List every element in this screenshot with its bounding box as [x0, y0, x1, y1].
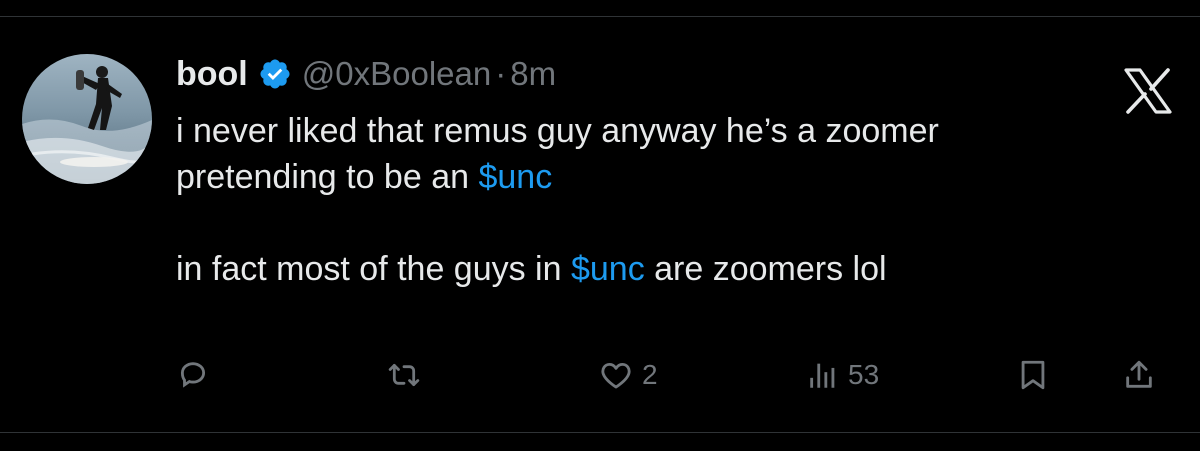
divider-top: [0, 16, 1200, 17]
tweet-card[interactable]: bool @0xBoolean · 8m i never liked that …: [0, 0, 1200, 451]
bookmark-button[interactable]: [1016, 350, 1050, 400]
tweet-header: bool @0xBoolean · 8m: [176, 52, 556, 96]
heart-icon: [598, 358, 634, 392]
repost-button[interactable]: [386, 350, 430, 400]
repost-icon: [386, 358, 422, 392]
tweet-text: i never liked that remus guy anyway he’s…: [176, 108, 1176, 292]
tweet-line-2: pretending to be an $unc: [176, 154, 1176, 200]
tweet-line-3-text: in fact most of the guys in: [176, 250, 571, 288]
reply-button[interactable]: [176, 350, 218, 400]
tweet-timestamp[interactable]: 8m: [510, 55, 556, 93]
author-name[interactable]: bool: [176, 55, 248, 94]
like-count: 2: [642, 359, 658, 390]
cashtag-link[interactable]: $unc: [571, 250, 645, 288]
author-handle[interactable]: @0xBoolean: [302, 55, 491, 93]
tweet-line-3: in fact most of the guys in $unc are zoo…: [176, 246, 1176, 292]
tweet-line-3-suffix: are zoomers lol: [644, 250, 887, 288]
like-button[interactable]: 2: [598, 350, 658, 400]
views-count: 53: [848, 359, 880, 390]
cashtag-link[interactable]: $unc: [478, 158, 552, 196]
views-icon: [806, 358, 840, 392]
tweet-line-2-text: pretending to be an: [176, 158, 479, 196]
avatar[interactable]: [22, 54, 152, 184]
views-button[interactable]: 53: [806, 350, 879, 400]
share-icon: [1122, 357, 1156, 393]
verified-badge-icon: [258, 57, 292, 91]
share-button[interactable]: [1122, 350, 1156, 400]
tweet-line-1: i never liked that remus guy anyway he’s…: [176, 112, 939, 150]
divider-bottom: [0, 432, 1200, 433]
action-bar: 2 53: [176, 350, 1176, 400]
bookmark-icon: [1016, 357, 1050, 393]
reply-icon: [176, 358, 210, 392]
header-separator: ·: [495, 55, 507, 92]
